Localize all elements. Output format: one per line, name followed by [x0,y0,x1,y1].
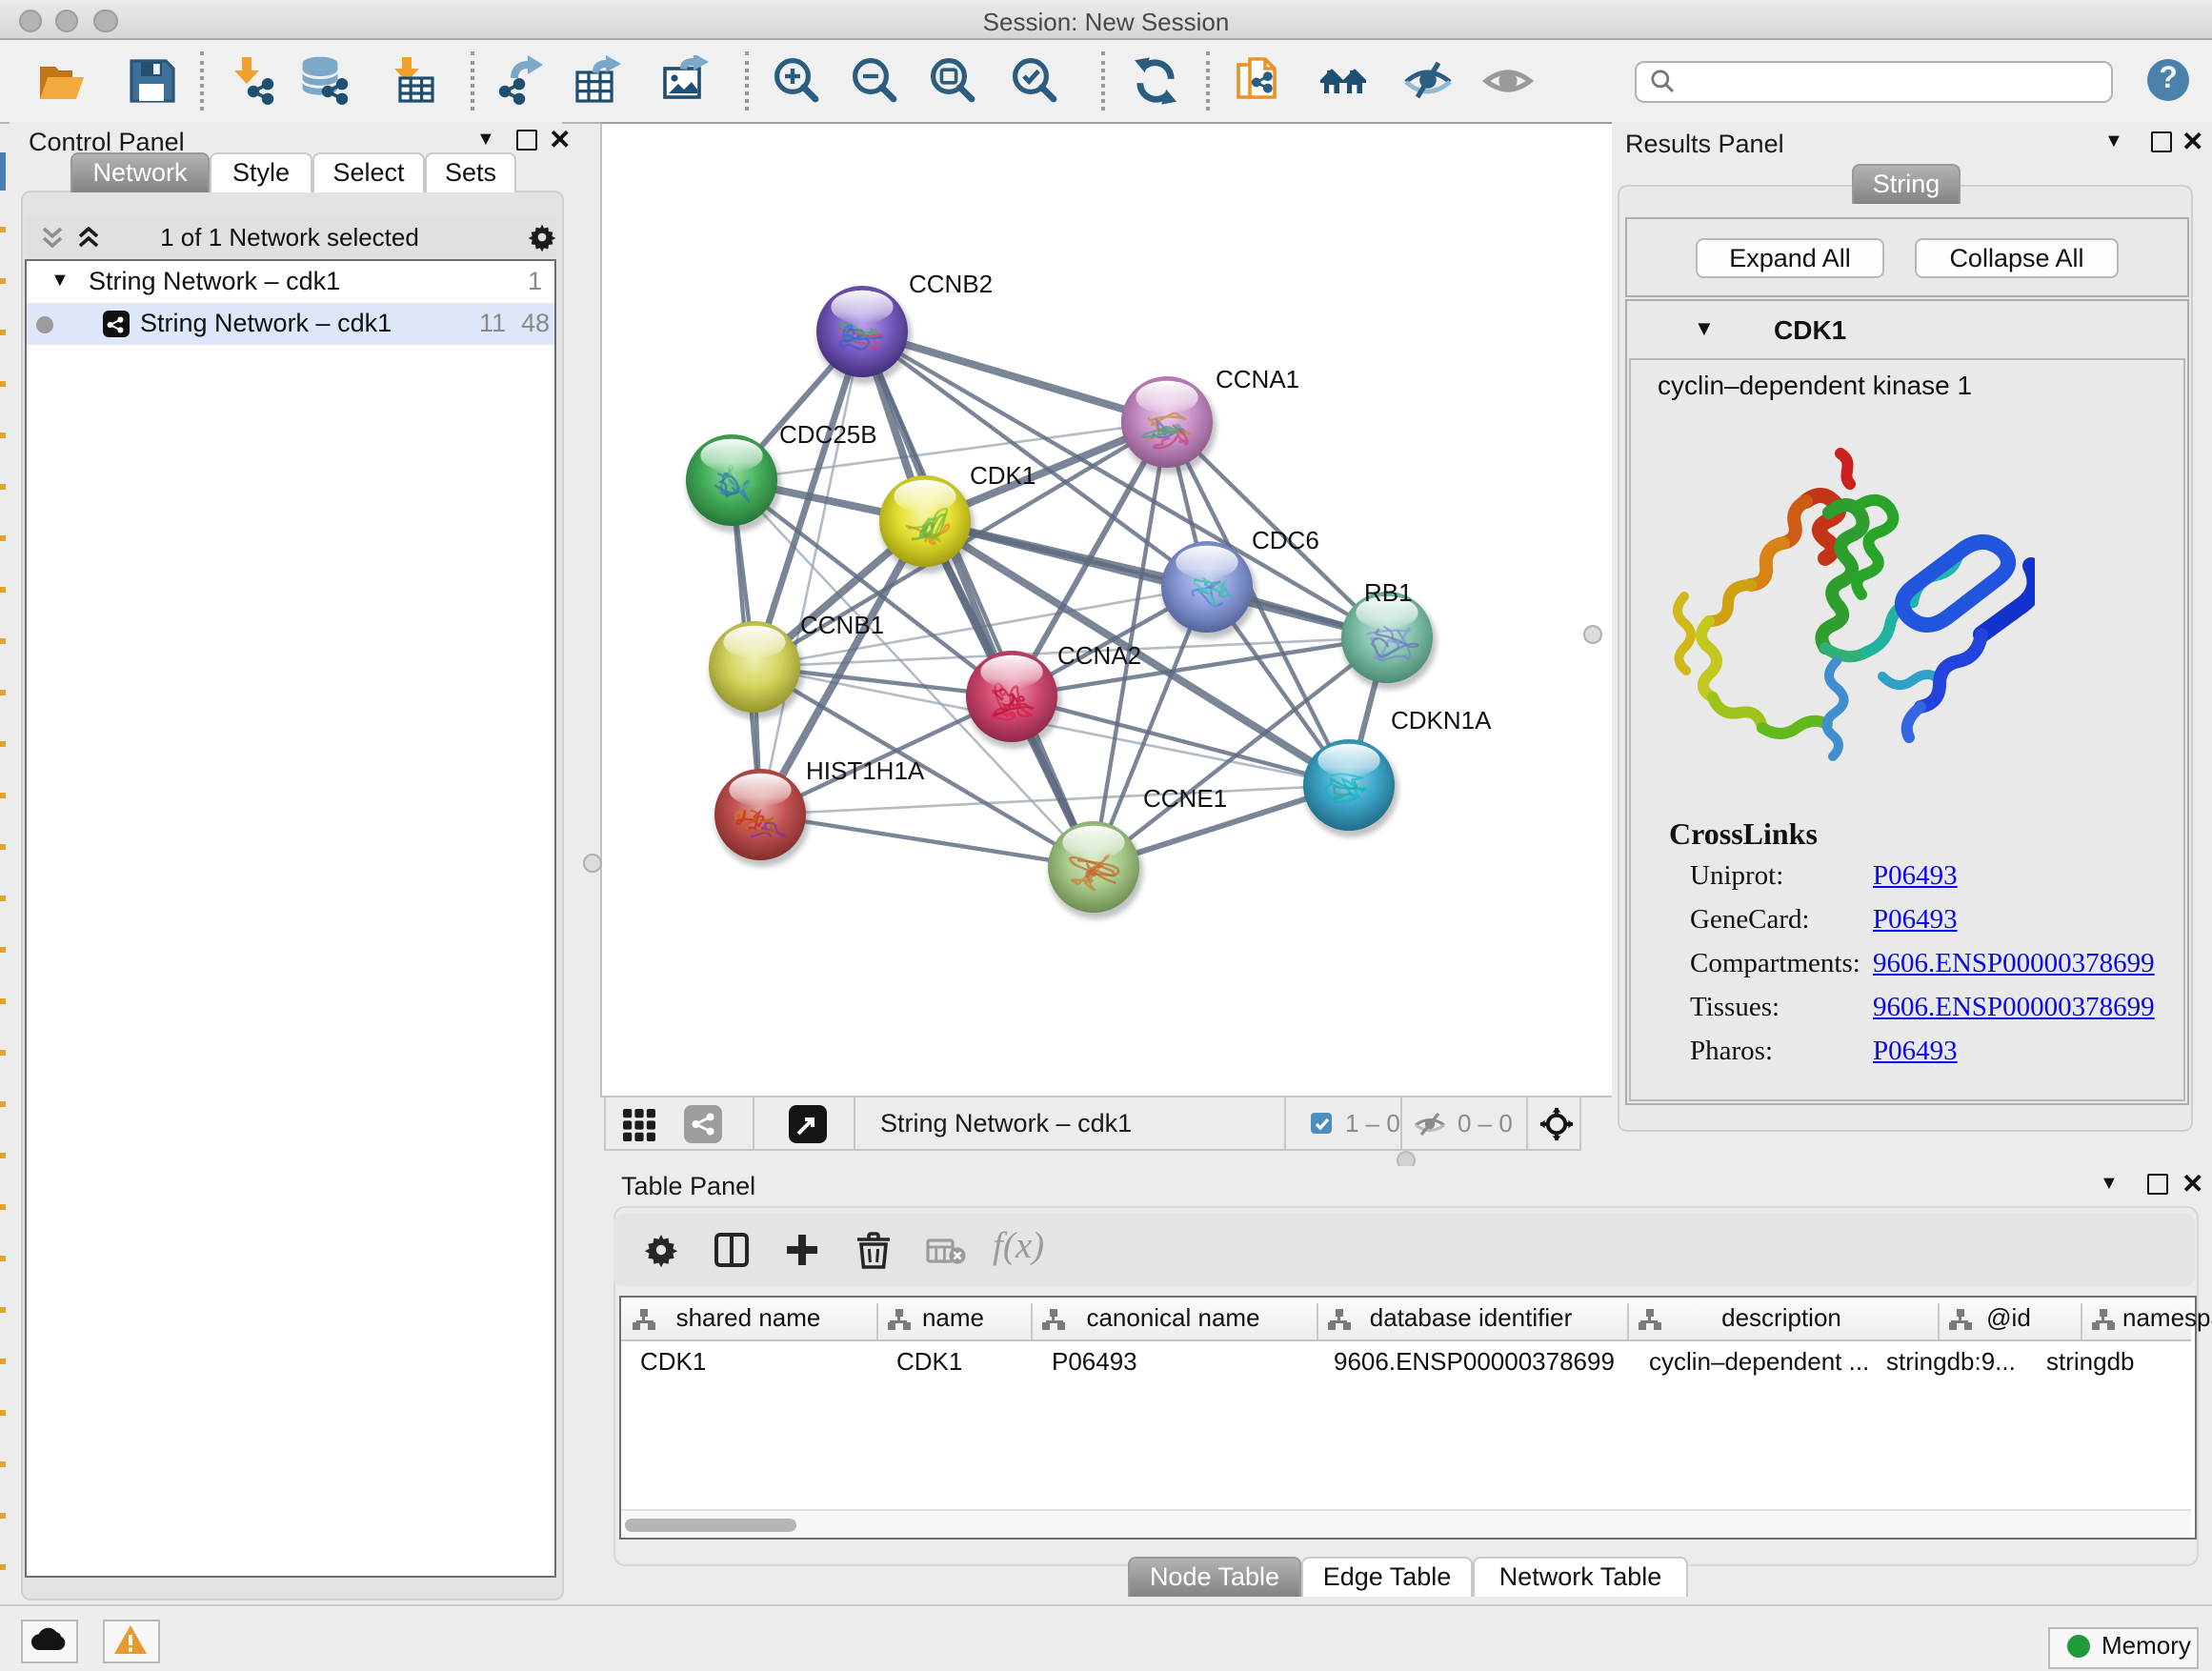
svg-text:CDC6: CDC6 [1252,526,1319,554]
svg-text:HIST1H1A: HIST1H1A [806,756,925,785]
svg-text:CDK1: CDK1 [970,461,1036,490]
svg-text:CCNE1: CCNE1 [1143,784,1227,813]
svg-text:CDKN1A: CDKN1A [1391,706,1492,735]
svg-text:CCNA2: CCNA2 [1057,641,1141,670]
svg-text:CCNB1: CCNB1 [800,611,884,639]
svg-text:CCNA1: CCNA1 [1216,365,1299,393]
svg-text:RB1: RB1 [1364,578,1413,607]
svg-text:CCNB2: CCNB2 [909,270,993,298]
svg-text:CDC25B: CDC25B [779,420,877,449]
